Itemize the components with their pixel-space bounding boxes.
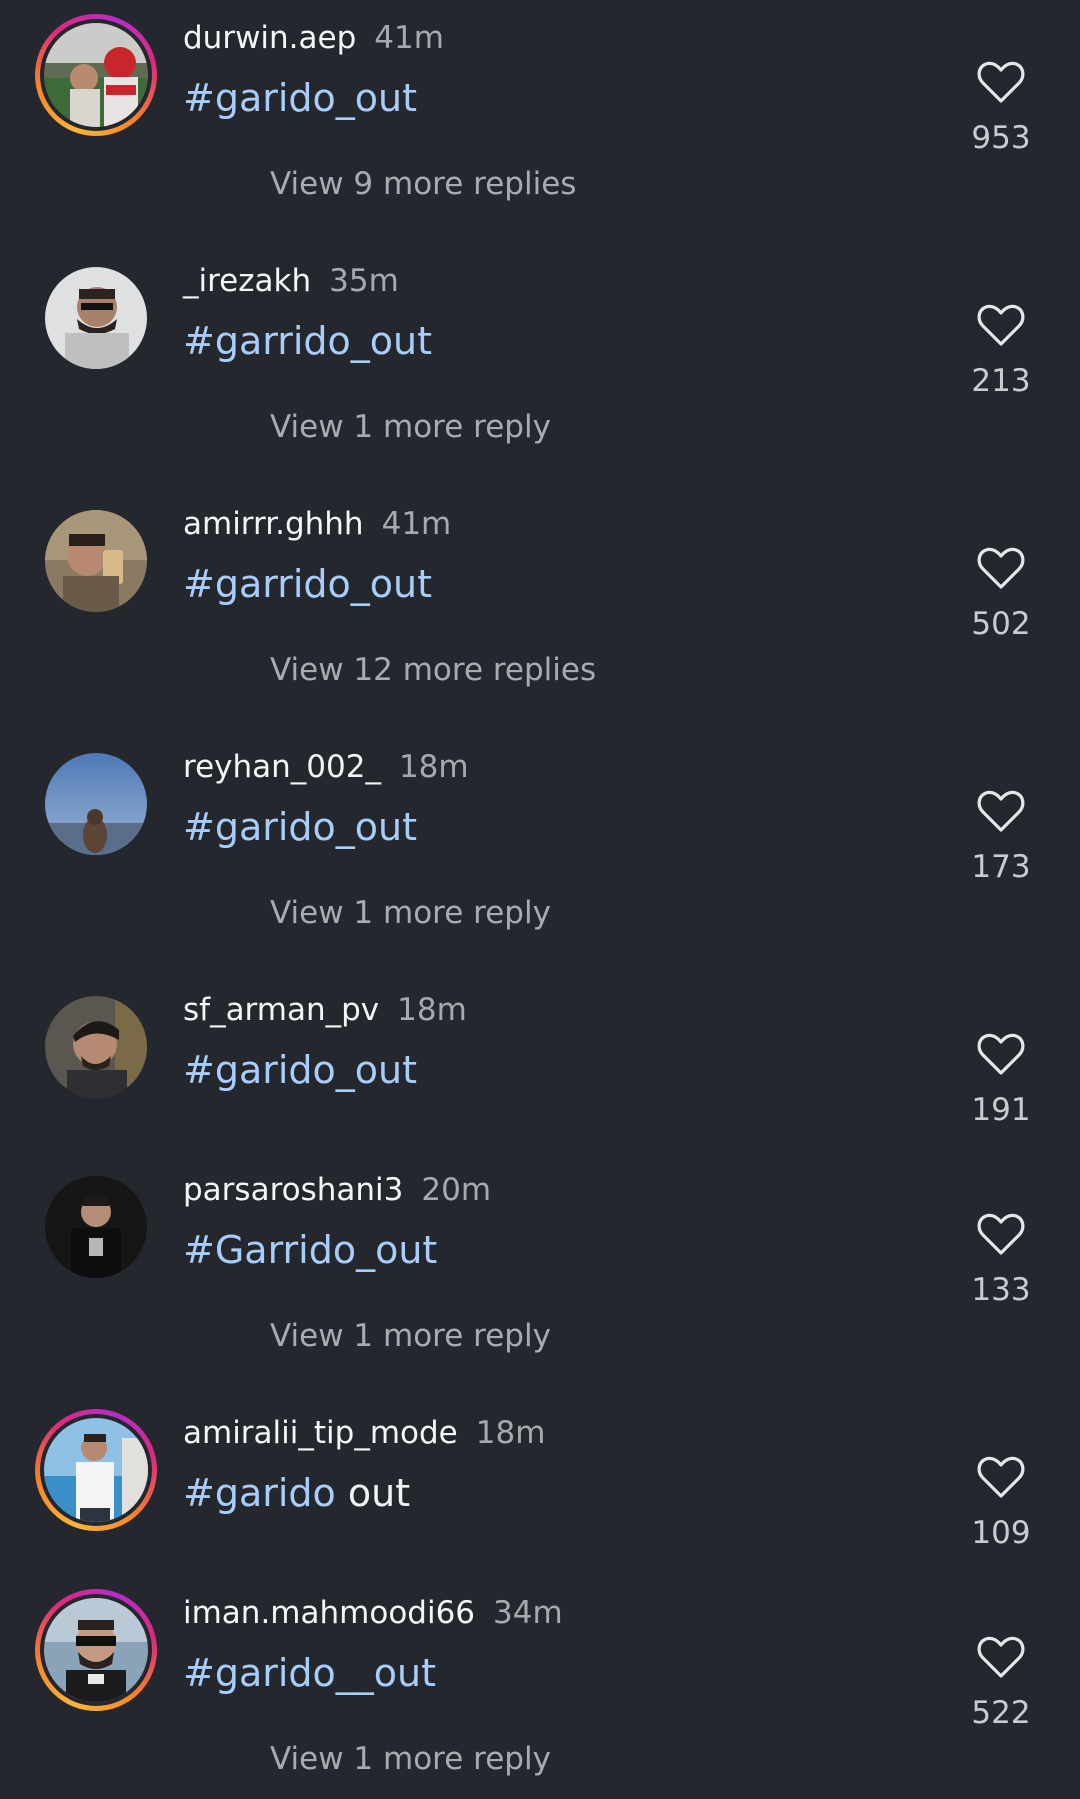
like-count: 173	[971, 849, 1031, 885]
comment-time: 18m	[397, 992, 467, 1028]
hashtag-link[interactable]: #garido_out	[183, 1048, 417, 1092]
like-button[interactable]: 109	[960, 1455, 1042, 1553]
comment-text: #garrido_out	[183, 560, 432, 608]
comment-text: #garido__out	[183, 1649, 436, 1697]
avatar[interactable]	[35, 14, 157, 136]
heart-outline-icon	[977, 1636, 1025, 1678]
man-crowd-photo	[44, 1598, 148, 1702]
hashtag-link[interactable]: #garrido_out	[183, 319, 432, 363]
hashtag-link[interactable]: #garido	[183, 1471, 336, 1515]
comment-plain-text: out	[347, 1471, 411, 1515]
view-replies-button[interactable]: View 1 more reply	[270, 1316, 551, 1356]
avatar[interactable]	[35, 986, 157, 1108]
comment-username[interactable]: _irezakh	[183, 263, 311, 299]
hashtag-link[interactable]: #garrido_out	[183, 562, 432, 606]
like-count: 109	[971, 1515, 1031, 1551]
avatar[interactable]	[35, 257, 157, 379]
like-button[interactable]: 133	[960, 1212, 1042, 1310]
heart-outline-icon	[977, 61, 1025, 103]
comment-username[interactable]: reyhan_002_	[183, 749, 381, 785]
comment-username[interactable]: iman.mahmoodi66	[183, 1595, 475, 1631]
like-button[interactable]: 191	[960, 1032, 1042, 1130]
comment-time: 35m	[329, 263, 399, 299]
comment-text: #garrido_out	[183, 317, 432, 365]
comment-text: #garido_out	[183, 803, 417, 851]
comment-username[interactable]: amirrr.ghhh	[183, 506, 364, 542]
woman-sea-photo	[45, 753, 147, 855]
hashtag-link[interactable]: #garido_out	[183, 805, 417, 849]
comment-text: #garido out	[183, 1469, 410, 1517]
view-replies-button[interactable]: View 12 more replies	[270, 650, 596, 690]
man-dark-photo	[45, 1176, 147, 1278]
view-replies-button[interactable]: View 9 more replies	[270, 164, 576, 204]
comment-username[interactable]: parsaroshani3	[183, 1172, 403, 1208]
spiderman-photo	[44, 23, 148, 127]
comment-time: 41m	[374, 20, 444, 56]
like-count: 191	[971, 1092, 1031, 1128]
heart-outline-icon	[977, 1033, 1025, 1075]
view-replies-button[interactable]: View 1 more reply	[270, 1739, 551, 1779]
man-beach-photo	[44, 1418, 148, 1522]
avatar[interactable]	[35, 1166, 157, 1288]
avatar[interactable]	[35, 500, 157, 622]
like-count: 213	[971, 363, 1031, 399]
heart-outline-icon	[977, 1456, 1025, 1498]
like-button[interactable]: 953	[960, 60, 1042, 158]
avatar[interactable]	[35, 1589, 157, 1711]
view-replies-button[interactable]: View 1 more reply	[270, 407, 551, 447]
hashtag-link[interactable]: #garido__out	[183, 1651, 436, 1695]
like-button[interactable]: 522	[960, 1635, 1042, 1733]
hashtag-link[interactable]: #Garrido_out	[183, 1228, 437, 1272]
heart-outline-icon	[977, 1213, 1025, 1255]
heart-outline-icon	[977, 547, 1025, 589]
like-count: 953	[971, 120, 1031, 156]
like-button[interactable]: 213	[960, 303, 1042, 401]
comment-text: #Garrido_out	[183, 1226, 437, 1274]
comment-text: #garido_out	[183, 1046, 417, 1094]
like-count: 522	[971, 1695, 1031, 1731]
comment-time: 18m	[475, 1415, 546, 1451]
heart-outline-icon	[977, 790, 1025, 832]
like-count: 133	[971, 1272, 1031, 1308]
like-button[interactable]: 173	[960, 789, 1042, 887]
man-profile-photo	[45, 996, 147, 1098]
comment-username[interactable]: sf_arman_pv	[183, 992, 379, 1028]
avatar[interactable]	[35, 1409, 157, 1531]
comment-text: #garido_out	[183, 74, 417, 122]
view-replies-button[interactable]: View 1 more reply	[270, 893, 551, 933]
comment-username[interactable]: durwin.aep	[183, 20, 356, 56]
man-selfie-photo	[45, 510, 147, 612]
like-count: 502	[971, 606, 1031, 642]
avatar[interactable]	[35, 743, 157, 865]
comment-time: 18m	[398, 749, 469, 785]
man-sunglasses-photo	[45, 267, 147, 369]
comment-time: 20m	[421, 1172, 492, 1208]
heart-outline-icon	[977, 304, 1025, 346]
comment-username[interactable]: amiralii_tip_mode	[183, 1415, 458, 1451]
hashtag-link[interactable]: #garido_out	[183, 76, 417, 120]
comment-time: 41m	[381, 506, 452, 542]
like-button[interactable]: 502	[960, 546, 1042, 644]
comment-time: 34m	[493, 1595, 563, 1631]
